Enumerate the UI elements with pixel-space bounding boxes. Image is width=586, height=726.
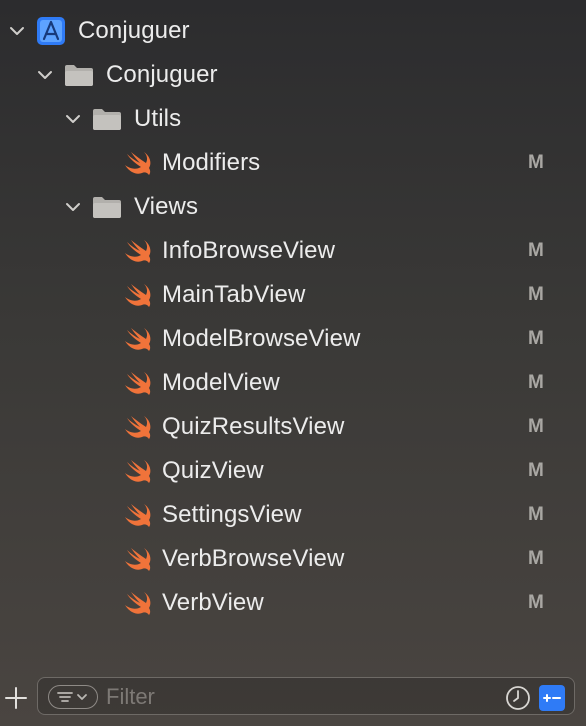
- swift-file-icon: [122, 238, 152, 264]
- swift-file-icon: [122, 502, 152, 528]
- swift-file-icon: [122, 546, 152, 572]
- group-row-conjuguer[interactable]: Conjuguer: [0, 53, 586, 97]
- file-row[interactable]: QuizResultsView M: [0, 405, 586, 449]
- file-row[interactable]: QuizView M: [0, 449, 586, 493]
- folder-icon: [92, 195, 122, 219]
- chevron-down-icon[interactable]: [36, 66, 54, 84]
- chevron-down-icon[interactable]: [64, 198, 82, 216]
- modified-badge: M: [528, 504, 544, 525]
- xcode-project-icon: [36, 16, 66, 46]
- file-name: ModelView: [162, 369, 280, 396]
- clock-icon[interactable]: [505, 685, 531, 711]
- file-name: Modifiers: [162, 149, 261, 176]
- modified-badge: M: [528, 372, 544, 393]
- modified-badge: M: [528, 460, 544, 481]
- file-name: MainTabView: [162, 281, 306, 308]
- modified-badge: M: [528, 592, 544, 613]
- swift-file-icon: [122, 150, 152, 176]
- swift-file-icon: [122, 326, 152, 352]
- folder-icon: [64, 63, 94, 87]
- group-row-utils[interactable]: Utils: [0, 97, 586, 141]
- swift-file-icon: [122, 282, 152, 308]
- modified-badge: M: [528, 152, 544, 173]
- file-row[interactable]: SettingsView M: [0, 493, 586, 537]
- swift-file-icon: [122, 590, 152, 616]
- filter-placeholder: Filter: [106, 684, 155, 709]
- modified-badge: M: [528, 284, 544, 305]
- plus-icon[interactable]: [4, 686, 28, 710]
- group-name: Utils: [134, 105, 182, 132]
- chevron-down-icon[interactable]: [8, 22, 26, 40]
- group-row-views[interactable]: Views: [0, 185, 586, 229]
- modified-badge: M: [528, 328, 544, 349]
- filter-options-icon[interactable]: [48, 685, 98, 709]
- file-row[interactable]: VerbBrowseView M: [0, 537, 586, 581]
- project-navigator: Conjuguer Conjuguer Utils Modifiers M Vi…: [0, 0, 586, 670]
- file-row-modifiers[interactable]: Modifiers M: [0, 141, 586, 185]
- project-row[interactable]: Conjuguer: [0, 9, 586, 53]
- file-name: QuizResultsView: [162, 413, 345, 440]
- file-row[interactable]: VerbView M: [0, 581, 586, 625]
- chevron-down-icon[interactable]: [64, 110, 82, 128]
- project-name: Conjuguer: [78, 17, 190, 44]
- file-name: InfoBrowseView: [162, 237, 336, 264]
- file-name: ModelBrowseView: [162, 325, 361, 352]
- file-name: SettingsView: [162, 501, 302, 528]
- file-row[interactable]: MainTabView M: [0, 273, 586, 317]
- swift-file-icon: [122, 458, 152, 484]
- file-row[interactable]: ModelBrowseView M: [0, 317, 586, 361]
- swift-file-icon: [122, 414, 152, 440]
- modified-badge: M: [528, 548, 544, 569]
- group-name: Conjuguer: [106, 61, 218, 88]
- file-name: VerbView: [162, 589, 264, 616]
- group-name: Views: [134, 193, 199, 220]
- modified-badge: M: [528, 240, 544, 261]
- file-row[interactable]: InfoBrowseView M: [0, 229, 586, 273]
- swift-file-icon: [122, 370, 152, 396]
- source-control-filter-icon[interactable]: [539, 685, 565, 711]
- file-name: QuizView: [162, 457, 264, 484]
- modified-badge: M: [528, 416, 544, 437]
- file-row[interactable]: ModelView M: [0, 361, 586, 405]
- folder-icon: [92, 107, 122, 131]
- file-name: VerbBrowseView: [162, 545, 345, 572]
